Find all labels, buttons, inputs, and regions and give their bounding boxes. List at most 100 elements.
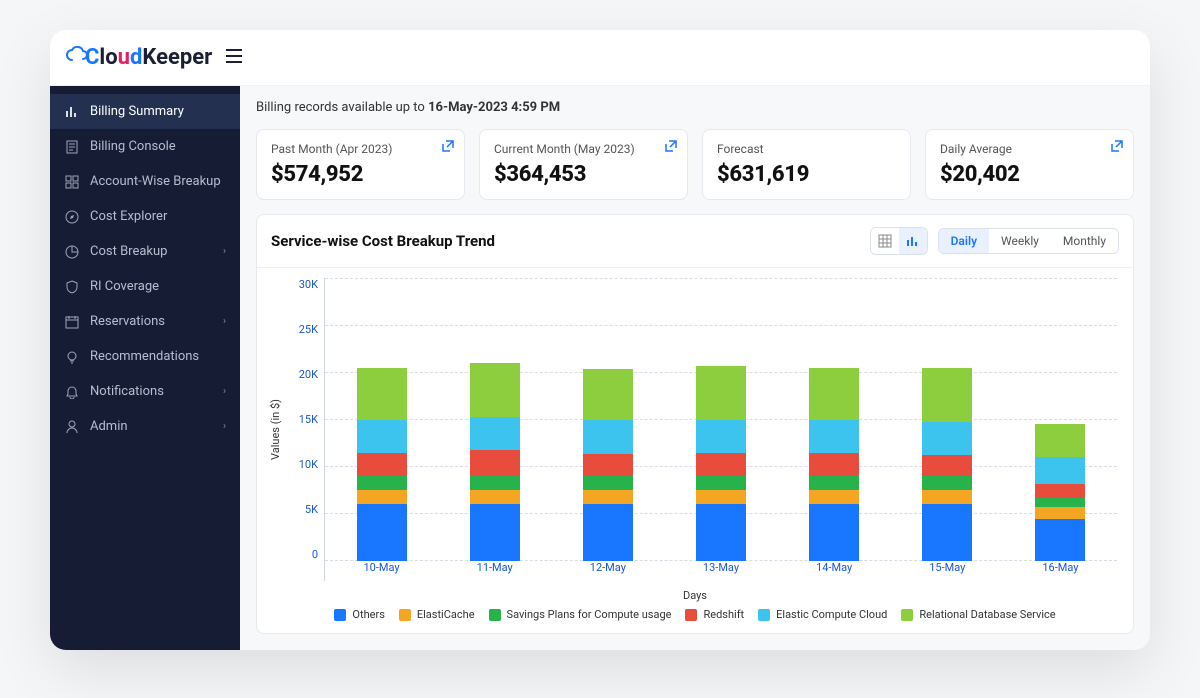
bar-segment-relational-database-service[interactable]: [1035, 424, 1085, 457]
summary-card: Past Month (Apr 2023)$574,952: [256, 129, 465, 200]
range-daily-button[interactable]: Daily: [939, 229, 989, 253]
bar-segment-others[interactable]: [922, 504, 972, 561]
table-view-button[interactable]: [871, 228, 899, 254]
bar-segment-redshift[interactable]: [809, 453, 859, 477]
sidebar-item-reservations[interactable]: Reservations›: [50, 304, 240, 339]
bar-segment-relational-database-service[interactable]: [583, 369, 633, 421]
popout-icon[interactable]: [663, 138, 679, 154]
legend-swatch: [685, 609, 697, 621]
bar-segment-redshift[interactable]: [1035, 484, 1085, 498]
sidebar-item-billing-summary[interactable]: Billing Summary: [50, 94, 240, 129]
bar-segment-others[interactable]: [809, 504, 859, 561]
chevron-right-icon: ›: [223, 246, 226, 257]
bar-segment-savings-plans-for-compute-usage[interactable]: [470, 476, 520, 490]
bar-column[interactable]: [470, 278, 520, 561]
sidebar-item-label: RI Coverage: [90, 279, 159, 294]
bar-segment-elasticache[interactable]: [809, 490, 859, 504]
bar-segment-elastic-compute-cloud[interactable]: [809, 420, 859, 453]
bar-segment-savings-plans-for-compute-usage[interactable]: [809, 476, 859, 490]
y-tick: 0: [284, 548, 324, 561]
legend-item: Others: [334, 608, 384, 621]
bar-column[interactable]: [696, 278, 746, 561]
card-label: Current Month (May 2023): [494, 142, 673, 156]
bar-column[interactable]: [357, 278, 407, 561]
bar-segment-relational-database-service[interactable]: [809, 368, 859, 420]
legend-label: Savings Plans for Compute usage: [507, 608, 672, 621]
sidebar-item-label: Recommendations: [90, 349, 199, 364]
bar-segment-elastic-compute-cloud[interactable]: [583, 420, 633, 453]
bar-column[interactable]: [922, 278, 972, 561]
bar-segment-elasticache[interactable]: [922, 490, 972, 504]
panel-controls: DailyWeeklyMonthly: [870, 227, 1119, 255]
bar-segment-elastic-compute-cloud[interactable]: [1035, 457, 1085, 483]
x-tick: 11-May: [477, 561, 513, 581]
range-weekly-button[interactable]: Weekly: [989, 229, 1051, 253]
sidebar-item-cost-breakup[interactable]: Cost Breakup ›: [50, 234, 240, 269]
legend-item: ElastiCache: [399, 608, 475, 621]
summary-card: Daily Average$20,402: [925, 129, 1134, 200]
sidebar-item-ri-coverage[interactable]: RI Coverage: [50, 269, 240, 304]
records-timestamp: Billing records available up to 16-May-2…: [256, 100, 1134, 115]
bar-segment-redshift[interactable]: [357, 453, 407, 477]
bar-segment-elastic-compute-cloud[interactable]: [696, 420, 746, 453]
sidebar-item-billing-console[interactable]: Billing Console: [50, 129, 240, 164]
bar-segment-others[interactable]: [696, 504, 746, 561]
sidebar-item-recommendations[interactable]: Recommendations: [50, 339, 240, 374]
legend-label: Elastic Compute Cloud: [776, 608, 887, 621]
range-monthly-button[interactable]: Monthly: [1051, 229, 1118, 253]
bar-segment-relational-database-service[interactable]: [357, 368, 407, 420]
chart-view-button[interactable]: [899, 228, 927, 254]
x-axis: 10-May11-May12-May13-May14-May15-May16-M…: [325, 561, 1117, 581]
bar-segment-others[interactable]: [357, 504, 407, 561]
bar-segment-elasticache[interactable]: [470, 490, 520, 504]
bar-segment-elasticache[interactable]: [1035, 507, 1085, 518]
bar-segment-elastic-compute-cloud[interactable]: [470, 417, 520, 450]
bar-column[interactable]: [809, 278, 859, 561]
sidebar-item-notifications[interactable]: Notifications›: [50, 374, 240, 409]
chevron-right-icon: ›: [223, 421, 226, 432]
bar-segment-others[interactable]: [583, 504, 633, 561]
legend-item: Relational Database Service: [901, 608, 1055, 621]
bar-segment-savings-plans-for-compute-usage[interactable]: [357, 476, 407, 490]
bar-segment-relational-database-service[interactable]: [696, 366, 746, 420]
bar-column[interactable]: [1035, 278, 1085, 561]
sidebar-item-label: Cost Explorer: [90, 209, 167, 224]
bar-segment-relational-database-service[interactable]: [470, 363, 520, 417]
legend-swatch: [901, 609, 913, 621]
sidebar-item-account-wise-breakup[interactable]: Account-Wise Breakup: [50, 164, 240, 199]
bell-icon: [64, 385, 80, 399]
sidebar-item-cost-explorer[interactable]: Cost Explorer: [50, 199, 240, 234]
bar-segment-redshift[interactable]: [922, 455, 972, 476]
y-axis-label: Values (in $): [267, 278, 284, 581]
bar-segment-elasticache[interactable]: [357, 490, 407, 504]
bar-column[interactable]: [583, 278, 633, 561]
bar-segment-redshift[interactable]: [470, 450, 520, 476]
card-label: Daily Average: [940, 142, 1119, 156]
bar-segment-savings-plans-for-compute-usage[interactable]: [922, 476, 972, 490]
bar-segment-redshift[interactable]: [696, 453, 746, 477]
legend-item: Elastic Compute Cloud: [758, 608, 887, 621]
card-value: $631,619: [717, 162, 896, 187]
bar-segment-others[interactable]: [470, 504, 520, 561]
legend-label: Others: [352, 608, 384, 621]
sidebar-item-admin[interactable]: Admin ›: [50, 409, 240, 444]
popout-icon[interactable]: [440, 138, 456, 154]
main-pane: Billing records available up to 16-May-2…: [240, 86, 1150, 650]
app-window: C lo u d Keeper Billing SummaryBilling C…: [50, 30, 1150, 650]
bar-segment-savings-plans-for-compute-usage[interactable]: [1035, 498, 1085, 507]
calendar-icon: [64, 315, 80, 329]
bar-segment-relational-database-service[interactable]: [922, 368, 972, 423]
sidebar-item-label: Cost Breakup: [90, 244, 167, 259]
popout-icon[interactable]: [1109, 138, 1125, 154]
bar-segment-others[interactable]: [1035, 519, 1085, 561]
bar-segment-savings-plans-for-compute-usage[interactable]: [583, 476, 633, 490]
sidebar-item-label: Admin: [90, 419, 128, 434]
bar-segment-savings-plans-for-compute-usage[interactable]: [696, 476, 746, 490]
bar-segment-elastic-compute-cloud[interactable]: [357, 420, 407, 453]
bar-segment-redshift[interactable]: [583, 454, 633, 477]
bar-segment-elasticache[interactable]: [696, 490, 746, 504]
legend-swatch: [489, 609, 501, 621]
menu-toggle-icon[interactable]: [226, 48, 242, 67]
bar-segment-elasticache[interactable]: [583, 490, 633, 504]
bar-segment-elastic-compute-cloud[interactable]: [922, 422, 972, 455]
